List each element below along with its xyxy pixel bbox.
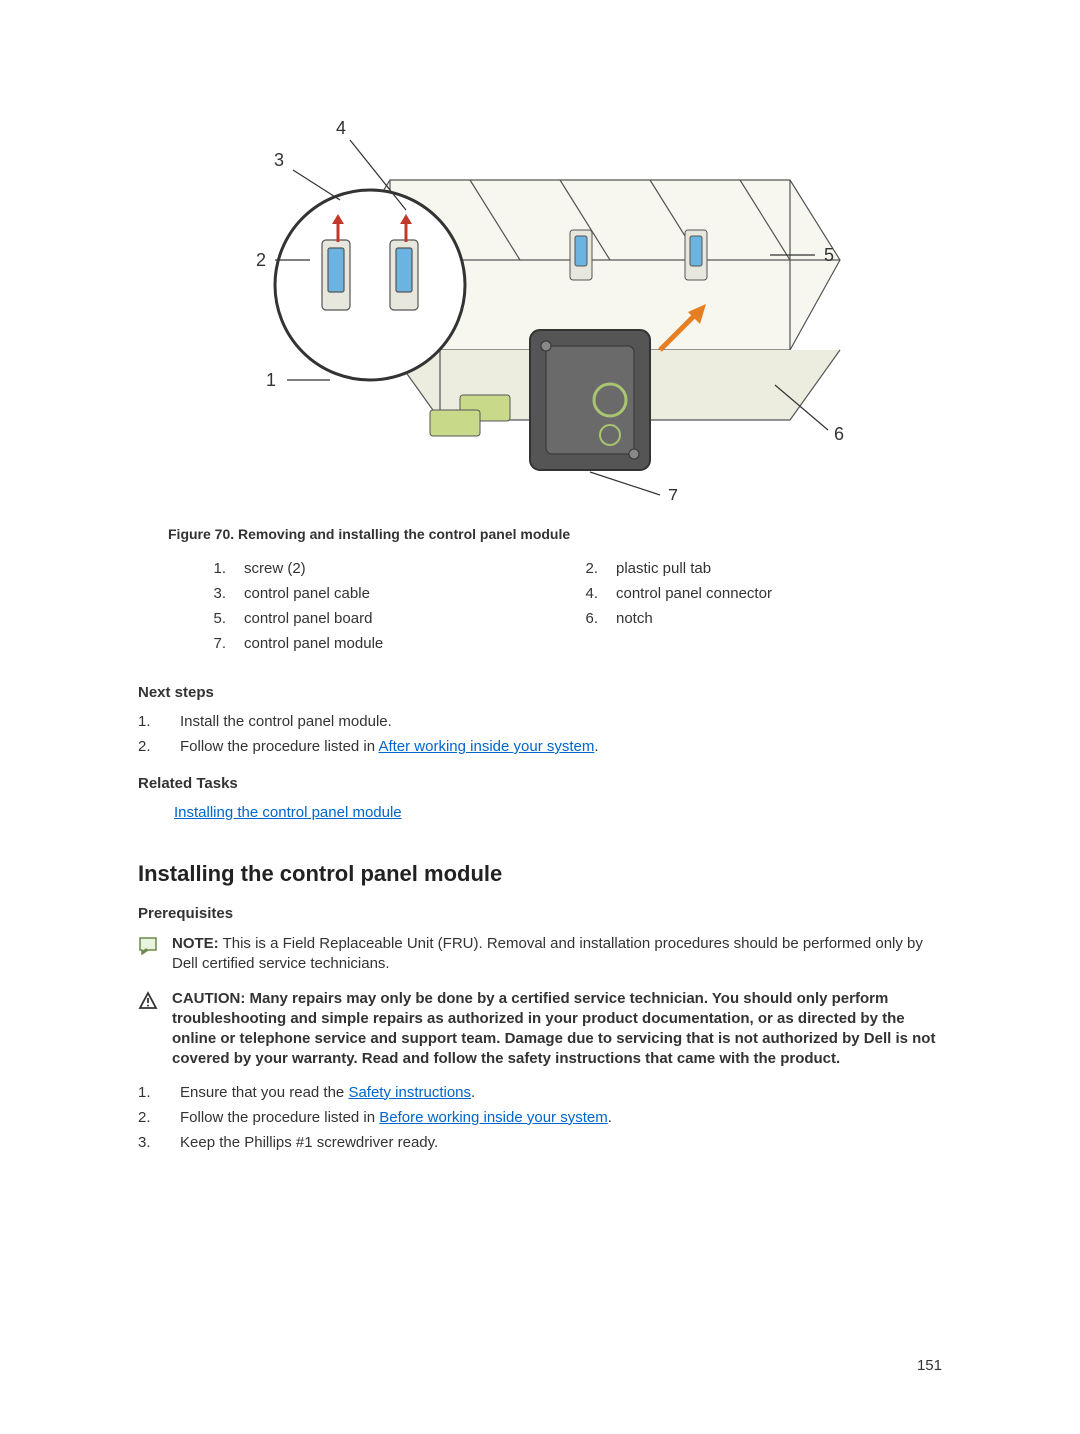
next-steps-heading: Next steps — [138, 684, 942, 701]
page-number: 151 — [917, 1357, 942, 1374]
note-text: This is a Field Replaceable Unit (FRU). … — [172, 935, 923, 972]
link-installing-control-panel-module[interactable]: Installing the control panel module — [174, 804, 402, 821]
legend-item: 3.control panel cable — [198, 585, 570, 602]
caution-icon — [138, 991, 160, 1070]
callout-6: 6 — [834, 424, 844, 444]
list-item: 2. Follow the procedure listed in After … — [138, 738, 942, 755]
note-admonition: NOTE: This is a Field Replaceable Unit (… — [138, 934, 942, 975]
legend-item: 4.control panel connector — [570, 585, 942, 602]
legend-item: 7.control panel module — [198, 635, 570, 652]
list-item: 1. Ensure that you read the Safety instr… — [138, 1084, 942, 1101]
heading-installing-control-panel-module: Installing the control panel module — [138, 861, 942, 887]
callout-7: 7 — [668, 486, 678, 500]
link-after-working[interactable]: After working inside your system — [378, 738, 594, 755]
callout-5: 5 — [824, 245, 834, 265]
callout-1: 1 — [266, 370, 276, 390]
note-label: NOTE: — [172, 935, 219, 952]
figure-caption: Figure 70. Removing and installing the c… — [168, 526, 942, 542]
related-tasks-heading: Related Tasks — [138, 775, 942, 792]
note-icon — [138, 936, 160, 975]
legend-item: 1.screw (2) — [198, 560, 570, 577]
next-steps-list: 1. Install the control panel module. 2. … — [138, 713, 942, 755]
link-before-working[interactable]: Before working inside your system — [379, 1109, 607, 1126]
figure-70-svg: 1 2 3 4 5 6 7 — [230, 90, 850, 500]
prerequisites-heading: Prerequisites — [138, 905, 942, 922]
legend-item: 2.plastic pull tab — [570, 560, 942, 577]
callout-2: 2 — [256, 250, 266, 270]
callout-4: 4 — [336, 118, 346, 138]
legend-item: 6.notch — [570, 610, 942, 627]
list-item: 2. Follow the procedure listed in Before… — [138, 1109, 942, 1126]
caution-label: CAUTION: — [172, 990, 245, 1007]
list-item: 1. Install the control panel module. — [138, 713, 942, 730]
caution-admonition: CAUTION: Many repairs may only be done b… — [138, 989, 942, 1070]
callout-3: 3 — [274, 150, 284, 170]
figure-legend: 1.screw (2) 3.control panel cable 5.cont… — [198, 560, 942, 660]
figure-70: 1 2 3 4 5 6 7 — [138, 90, 942, 504]
legend-item: 5.control panel board — [198, 610, 570, 627]
link-safety-instructions[interactable]: Safety instructions — [348, 1084, 471, 1101]
list-item: 3. Keep the Phillips #1 screwdriver read… — [138, 1134, 942, 1151]
caution-text: Many repairs may only be done by a certi… — [172, 990, 935, 1068]
prerequisites-list: 1. Ensure that you read the Safety instr… — [138, 1084, 942, 1151]
